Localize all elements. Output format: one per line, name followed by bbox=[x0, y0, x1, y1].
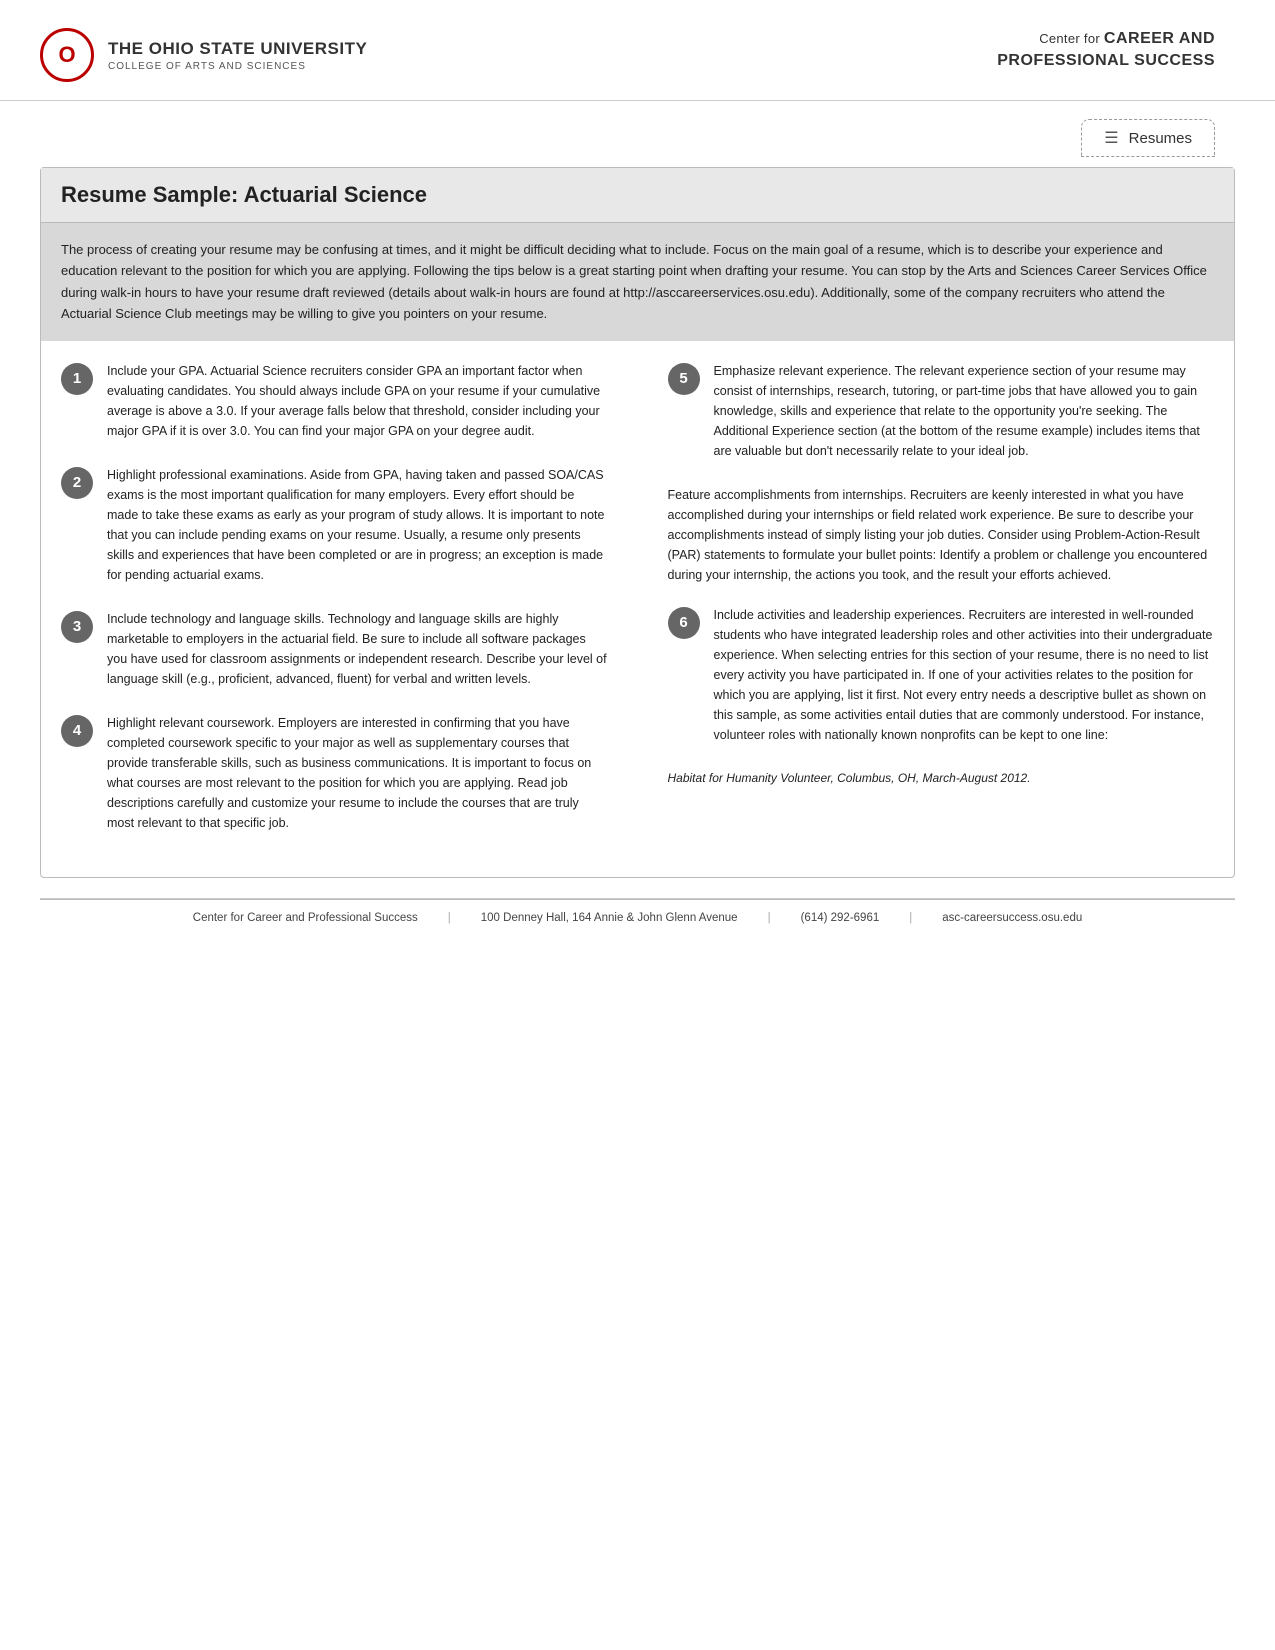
tip-text-5: Emphasize relevant experience. The relev… bbox=[714, 361, 1215, 461]
intro-text: The process of creating your resume may … bbox=[61, 239, 1214, 325]
title-section: Resume Sample: Actuarial Science bbox=[41, 168, 1234, 223]
footer-website: asc-careersuccess.osu.edu bbox=[942, 912, 1082, 924]
tip-continuation-par: Feature accomplishments from internships… bbox=[668, 485, 1215, 585]
osu-logo: O bbox=[40, 28, 94, 82]
tip-number-1: 1 bbox=[61, 363, 93, 395]
page-header: O The Ohio State University College of A… bbox=[0, 0, 1275, 101]
college-name: College of Arts and Sciences bbox=[108, 61, 367, 72]
tip-text-par: Feature accomplishments from internships… bbox=[668, 485, 1215, 585]
tip-item-1: 1 Include your GPA. Actuarial Science re… bbox=[61, 361, 608, 441]
professional-success-label: Professional Success bbox=[997, 50, 1215, 72]
tip-number-6: 6 bbox=[668, 607, 700, 639]
tip-number-2: 2 bbox=[61, 467, 93, 499]
page-footer: Center for Career and Professional Succe… bbox=[40, 899, 1235, 936]
resumes-tab-area: ☰ Resumes bbox=[0, 101, 1275, 167]
tip-item-5: 5 Emphasize relevant experience. The rel… bbox=[668, 361, 1215, 461]
university-info: The Ohio State University College of Art… bbox=[108, 39, 367, 72]
footer-phone: (614) 292-6961 bbox=[801, 912, 880, 924]
tip-text-1: Include your GPA. Actuarial Science recr… bbox=[107, 361, 608, 441]
tip-number-5: 5 bbox=[668, 363, 700, 395]
resumes-label: Resumes bbox=[1129, 130, 1192, 147]
header-right: Center for Career and Professional Succe… bbox=[997, 28, 1215, 73]
intro-section: The process of creating your resume may … bbox=[41, 223, 1234, 341]
tip-item-3: 3 Include technology and language skills… bbox=[61, 609, 608, 689]
footer-center-name: Center for Career and Professional Succe… bbox=[193, 912, 418, 924]
career-bold-text: Career and bbox=[1104, 30, 1215, 47]
tips-grid: 1 Include your GPA. Actuarial Science re… bbox=[41, 341, 1234, 877]
tip-text-4: Highlight relevant coursework. Employers… bbox=[107, 713, 608, 833]
university-name: The Ohio State University bbox=[108, 39, 367, 59]
tips-right-column: 5 Emphasize relevant experience. The rel… bbox=[638, 361, 1215, 857]
tip-number-3: 3 bbox=[61, 611, 93, 643]
main-content: Resume Sample: Actuarial Science The pro… bbox=[40, 167, 1235, 878]
page-title: Resume Sample: Actuarial Science bbox=[61, 182, 1214, 208]
tip-text-6: Include activities and leadership experi… bbox=[714, 605, 1215, 745]
resumes-icon: ☰ bbox=[1104, 128, 1118, 148]
tip-habitat: Habitat for Humanity Volunteer, Columbus… bbox=[668, 769, 1215, 788]
tips-left-column: 1 Include your GPA. Actuarial Science re… bbox=[61, 361, 638, 857]
tip-number-4: 4 bbox=[61, 715, 93, 747]
tip-item-6: 6 Include activities and leadership expe… bbox=[668, 605, 1215, 745]
footer-address: 100 Denney Hall, 164 Annie & John Glenn … bbox=[481, 912, 738, 924]
tip-text-3: Include technology and language skills. … bbox=[107, 609, 608, 689]
tip-item-4: 4 Highlight relevant coursework. Employe… bbox=[61, 713, 608, 833]
tip-text-2: Highlight professional examinations. Asi… bbox=[107, 465, 608, 585]
resumes-tab[interactable]: ☰ Resumes bbox=[1081, 119, 1215, 157]
logo-area: O The Ohio State University College of A… bbox=[40, 28, 367, 82]
center-label: Center for Career and bbox=[997, 28, 1215, 50]
tip-item-2: 2 Highlight professional examinations. A… bbox=[61, 465, 608, 585]
tip-text-habitat: Habitat for Humanity Volunteer, Columbus… bbox=[668, 769, 1215, 788]
